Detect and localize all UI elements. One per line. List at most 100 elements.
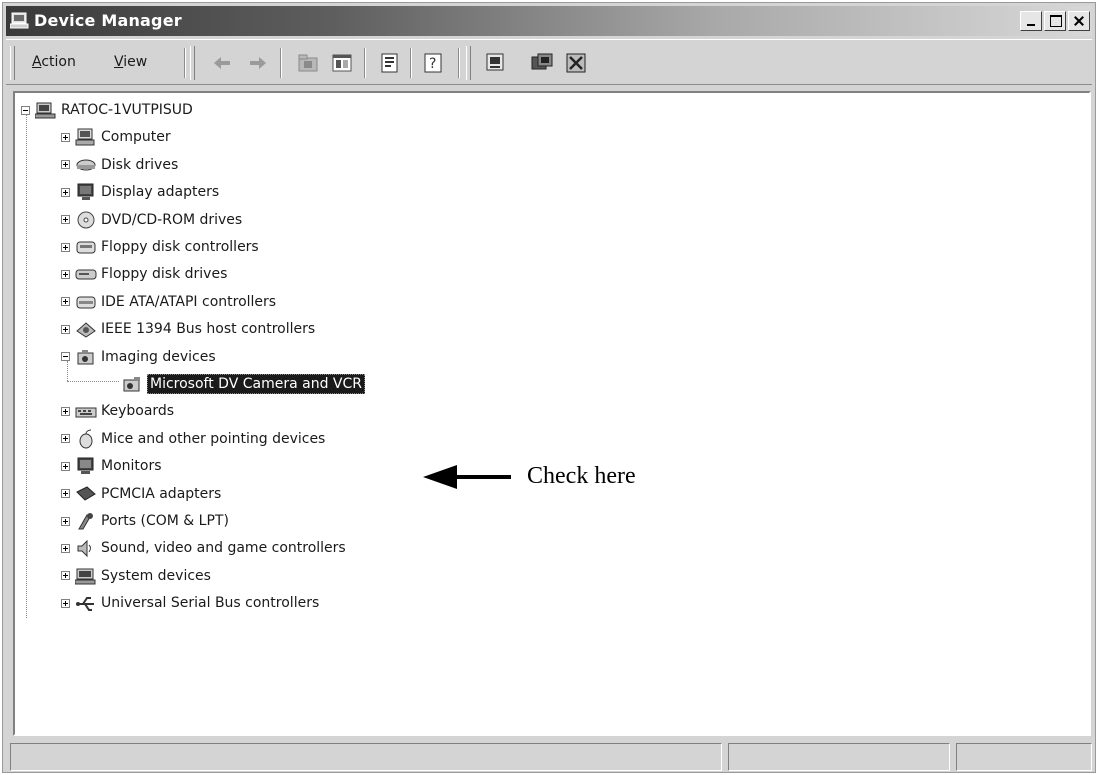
caption-buttons — [1018, 11, 1090, 33]
usb-icon — [76, 597, 94, 612]
status-cell-3 — [956, 743, 1092, 771]
tree-item-label: Ports (COM & LPT) — [101, 513, 229, 529]
tree-item-sound-video-and-game-controllers[interactable]: Sound, video and game controllers — [61, 536, 346, 560]
collapse-button[interactable] — [21, 105, 30, 115]
expand-button[interactable] — [61, 489, 70, 499]
toolbar-separator — [280, 48, 282, 78]
tree-item-label: PCMCIA adapters — [101, 485, 222, 502]
device-manager-icon — [10, 12, 29, 29]
camera-icon — [77, 349, 94, 365]
tree-item-dv-camera[interactable]: Microsoft DV Camera and VCR — [121, 372, 365, 396]
expand-button[interactable] — [61, 543, 70, 553]
tree-item-label: IEEE 1394 Bus host controllers — [101, 321, 316, 338]
toolbar-separator — [410, 48, 412, 78]
forward-arrow-icon[interactable] — [246, 51, 270, 75]
tree-item-label: IDE ATA/ATAPI controllers — [101, 293, 277, 310]
status-bar — [10, 743, 1094, 773]
tree-item-label: Disk drives — [101, 156, 179, 173]
tree-item-universal-serial-bus-controllers[interactable]: Universal Serial Bus controllers — [61, 591, 319, 615]
toolbar: Action View ? — [6, 39, 1092, 85]
tree-item-disk-drives[interactable]: Disk drives — [61, 153, 178, 177]
mouse-icon — [79, 429, 93, 449]
toolbar-separator — [458, 48, 460, 78]
disk-drive-icon — [76, 159, 96, 171]
expand-button[interactable] — [61, 297, 70, 307]
minimize-button[interactable] — [1020, 11, 1042, 31]
help-icon[interactable]: ? — [422, 51, 446, 75]
expand-button[interactable] — [61, 187, 70, 197]
expand-button[interactable] — [61, 434, 70, 444]
tree-item-monitors[interactable]: Monitors — [61, 454, 162, 478]
dv-camera-icon — [123, 377, 140, 392]
back-arrow-icon[interactable] — [210, 51, 234, 75]
tree-item-label: Mice and other pointing devices — [101, 430, 326, 447]
toolbar-grip-3[interactable] — [466, 46, 471, 80]
status-cell-main — [10, 743, 722, 771]
tree-item-keyboards[interactable]: Keyboards — [61, 399, 174, 423]
tree-item-system-devices[interactable]: System devices — [61, 564, 211, 588]
svg-text:?: ? — [429, 56, 436, 72]
toolbar-grip[interactable] — [10, 46, 15, 80]
expand-button[interactable] — [61, 461, 70, 471]
collapse-button[interactable] — [61, 352, 70, 362]
expand-button[interactable] — [61, 160, 70, 170]
floppy-drive-icon — [75, 269, 97, 280]
tree-item-ieee-1394-bus-host-controllers[interactable]: IEEE 1394 Bus host controllers — [61, 317, 315, 341]
tree-item-dvd-cd-rom-drives[interactable]: DVD/CD-ROM drives — [61, 208, 242, 232]
monitor-icon — [77, 457, 94, 475]
title-bar[interactable]: Device Manager — [6, 6, 1092, 36]
expand-button[interactable] — [61, 516, 70, 526]
expand-button[interactable] — [61, 406, 70, 416]
window-title: Device Manager — [34, 11, 182, 30]
scan-hardware-icon[interactable] — [484, 51, 508, 75]
tree-item-computer[interactable]: Computer — [61, 125, 171, 149]
expand-button[interactable] — [61, 132, 70, 142]
tree-item-ports-com-lpt[interactable]: Ports (COM & LPT) — [61, 509, 229, 533]
menu-view[interactable]: View — [114, 54, 147, 70]
computer-icon — [75, 128, 95, 146]
expand-button[interactable] — [61, 324, 70, 334]
tree-item-label: Imaging devices — [101, 348, 216, 365]
tree-item-label: DVD/CD-ROM drives — [101, 211, 243, 228]
display-adapter-icon — [77, 183, 94, 201]
toolbar-grip-2[interactable] — [190, 46, 195, 80]
tree-item-imaging-devices[interactable]: Imaging devices — [61, 345, 216, 369]
computer-root-icon — [35, 102, 56, 119]
expand-button[interactable] — [61, 571, 70, 581]
floppy-controller-icon — [76, 241, 96, 254]
tree-item-label: Computer — [101, 129, 171, 146]
tree-line — [26, 113, 27, 618]
toolbar-separator — [364, 48, 366, 78]
tree-item-mice-and-other-pointing-devices[interactable]: Mice and other pointing devices — [61, 427, 325, 451]
keyboard-icon — [75, 407, 97, 418]
uninstall-icon[interactable] — [564, 51, 588, 75]
tree-item-floppy-disk-drives[interactable]: Floppy disk drives — [61, 262, 227, 286]
menu-action[interactable]: Action — [32, 54, 76, 70]
properties-icon[interactable] — [378, 51, 402, 75]
device-tree[interactable]: RATOC-1VUTPISUD Computer Disk drives Displa… — [13, 91, 1091, 736]
tree-root-node[interactable]: RATOC-1VUTPISUD — [21, 98, 193, 122]
up-folder-icon[interactable] — [296, 51, 320, 75]
port-icon — [78, 513, 93, 530]
close-button[interactable] — [1068, 11, 1090, 31]
expand-button[interactable] — [61, 242, 70, 252]
tree-item-ide-ata-atapi-controllers[interactable]: IDE ATA/ATAPI controllers — [61, 290, 276, 314]
toolbar-separator — [184, 48, 186, 78]
annotation-arrow — [423, 465, 511, 489]
expand-button[interactable] — [61, 598, 70, 608]
tree-item-pcmcia-adapters[interactable]: PCMCIA adapters — [61, 482, 221, 506]
tree-item-floppy-disk-controllers[interactable]: Floppy disk controllers — [61, 235, 259, 259]
expand-button[interactable] — [61, 215, 70, 225]
tree-item-display-adapters[interactable]: Display adapters — [61, 180, 219, 204]
tree-item-label: Display adapters — [101, 184, 220, 201]
expand-button[interactable] — [61, 269, 70, 279]
tree-line — [67, 381, 119, 382]
tree-item-label: Keyboards — [101, 403, 175, 420]
maximize-button[interactable] — [1044, 11, 1066, 31]
tree-item-label: RATOC-1VUTPISUD — [61, 102, 193, 118]
annotation-label: Check here — [527, 463, 636, 489]
show-hide-tree-icon[interactable] — [330, 51, 354, 75]
ide-controller-icon — [76, 296, 96, 309]
update-driver-icon[interactable] — [530, 51, 554, 75]
tree-item-label: Universal Serial Bus controllers — [101, 595, 320, 612]
